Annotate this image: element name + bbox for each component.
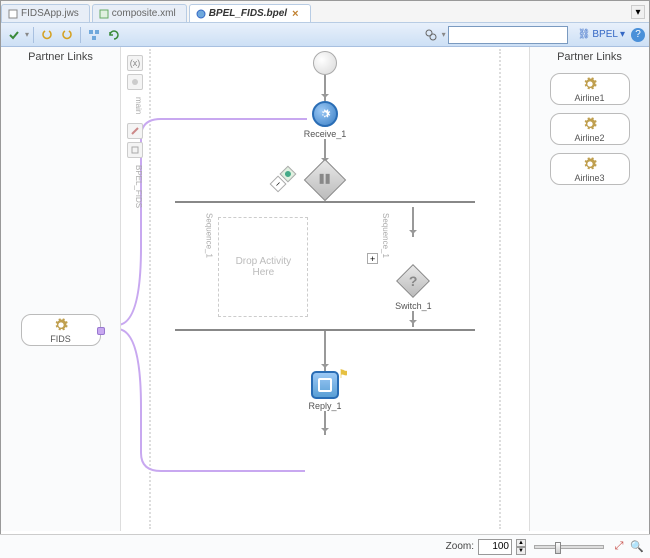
switch-icon bbox=[318, 172, 332, 189]
layout-button[interactable] bbox=[85, 26, 103, 44]
redo-button[interactable] bbox=[58, 26, 76, 44]
drop-zone[interactable]: Drop Activity Here bbox=[218, 217, 308, 317]
partner-label: Airline2 bbox=[574, 133, 604, 143]
question-icon: ? bbox=[409, 273, 418, 289]
reply-label: Reply_1 bbox=[308, 401, 341, 411]
partner-airline2[interactable]: Airline2 bbox=[550, 113, 630, 145]
partner-links-title: Partner Links bbox=[28, 47, 93, 69]
branch-sequence-1[interactable]: Sequence_1 Drop Activity Here bbox=[218, 203, 308, 329]
process-flow: Receive_1 − Sequence_1 bbox=[121, 51, 529, 435]
zoom-up-button[interactable]: ▲ bbox=[516, 539, 526, 547]
switch-branches: Sequence_1 Drop Activity Here Sequence_1… bbox=[175, 201, 475, 331]
editor-tabs: FIDSApp.jws composite.xml BPEL_FIDS.bpel… bbox=[1, 1, 649, 23]
gear-icon bbox=[53, 317, 69, 333]
find-button[interactable] bbox=[422, 26, 440, 44]
zoom-fit-button[interactable]: ⤢ bbox=[612, 540, 626, 554]
main-area: Partner Links FIDS (x) main BPEL bbox=[1, 47, 649, 531]
reply-icon bbox=[318, 378, 332, 392]
tab-bpel-fids[interactable]: BPEL_FIDS.bpel × bbox=[189, 4, 311, 22]
chevron-down-icon: ▾ bbox=[620, 29, 625, 40]
partner-links-left: Partner Links FIDS bbox=[1, 47, 121, 531]
partner-links-right: Partner Links Airline1 Airline2 Airline3 bbox=[529, 47, 649, 531]
partner-airline1[interactable]: Airline1 bbox=[550, 73, 630, 105]
partner-fids[interactable]: FIDS bbox=[21, 314, 101, 346]
switch-node-small[interactable]: ? bbox=[396, 264, 430, 298]
partner-links-title: Partner Links bbox=[557, 47, 622, 69]
zoom-spinner: ▲ ▼ bbox=[516, 539, 526, 555]
tab-composite[interactable]: composite.xml bbox=[92, 4, 187, 22]
xml-icon bbox=[99, 9, 109, 19]
zoom-down-button[interactable]: ▼ bbox=[516, 547, 526, 555]
search-box bbox=[448, 26, 568, 44]
zoom-slider-thumb[interactable] bbox=[555, 542, 561, 554]
tab-fidsapp[interactable]: FIDSApp.jws bbox=[1, 4, 90, 22]
validate-button[interactable] bbox=[5, 26, 23, 44]
file-icon bbox=[8, 9, 18, 19]
reply-node[interactable]: ⚑ bbox=[311, 371, 339, 399]
sequence-label: Sequence_1 bbox=[381, 213, 390, 258]
tabs-overflow-button[interactable]: ▾ bbox=[631, 5, 645, 19]
flow-arrow bbox=[324, 75, 326, 101]
sequence-label: Sequence_1 bbox=[204, 213, 213, 258]
tab-label: BPEL_FIDS.bpel bbox=[209, 8, 287, 19]
switch-node[interactable] bbox=[304, 159, 346, 201]
bpel-version-selector[interactable]: ⛓ BPEL ▾ bbox=[578, 29, 625, 40]
flow-arrow bbox=[412, 311, 414, 327]
switch-small-label: Switch_1 bbox=[395, 301, 432, 311]
partner-airline3[interactable]: Airline3 bbox=[550, 153, 630, 185]
receive-label: Receive_1 bbox=[304, 129, 347, 139]
gear-icon bbox=[582, 116, 598, 132]
receive-node[interactable] bbox=[312, 101, 338, 127]
tab-label: composite.xml bbox=[112, 8, 176, 19]
partner-label: Airline1 bbox=[574, 93, 604, 103]
flow-arrow bbox=[412, 207, 414, 237]
expand-button[interactable]: + bbox=[367, 253, 378, 264]
branch-sequence-2[interactable]: Sequence_1 + ? Switch_1 bbox=[395, 203, 432, 329]
zoom-reset-button[interactable]: 🔍 bbox=[630, 540, 644, 554]
flow-arrow bbox=[324, 331, 326, 371]
partner-label: Airline3 bbox=[574, 173, 604, 183]
gear-icon bbox=[582, 156, 598, 172]
zoom-slider[interactable] bbox=[534, 545, 604, 549]
flow-arrow bbox=[324, 411, 326, 435]
link-port[interactable] bbox=[97, 327, 105, 335]
gear-icon bbox=[318, 107, 332, 121]
zoom-label: Zoom: bbox=[446, 541, 474, 552]
refresh-button[interactable] bbox=[105, 26, 123, 44]
status-bar: Zoom: ▲ ▼ ⤢ 🔍 bbox=[0, 534, 650, 558]
editor-toolbar: ▾ ▾ ⛓ BPEL ▾ ? bbox=[1, 23, 649, 47]
bpel-canvas[interactable]: (x) main BPEL_FIDS Receive_1 bbox=[121, 47, 529, 531]
link-icon: ⛓ bbox=[578, 29, 591, 40]
tab-label: FIDSApp.jws bbox=[21, 8, 79, 19]
undo-button[interactable] bbox=[38, 26, 56, 44]
help-button[interactable]: ? bbox=[631, 28, 645, 42]
close-icon[interactable]: × bbox=[290, 9, 300, 19]
search-input[interactable] bbox=[451, 29, 565, 40]
bpel-icon bbox=[196, 9, 206, 19]
zoom-input[interactable] bbox=[478, 539, 512, 555]
start-node[interactable] bbox=[313, 51, 337, 75]
partner-label: FIDS bbox=[50, 334, 71, 344]
flag-icon: ⚑ bbox=[338, 367, 349, 381]
gear-icon bbox=[582, 76, 598, 92]
